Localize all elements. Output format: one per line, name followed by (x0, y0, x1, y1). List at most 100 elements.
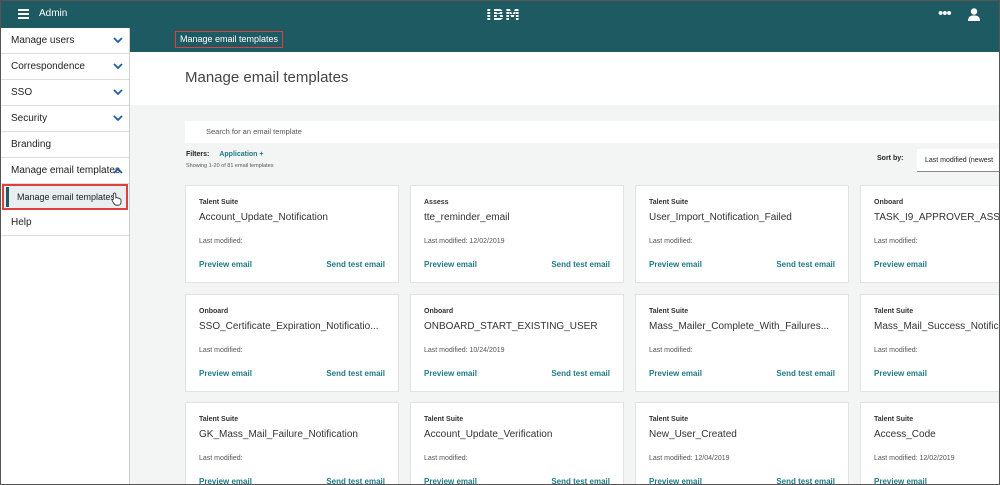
sidebar-item-security[interactable]: Security (1, 106, 129, 132)
preview-email-link[interactable]: Preview email (424, 477, 477, 484)
last-modified: Last modified: 12/02/2019 (424, 238, 505, 245)
template-name: tte_reminder_email (424, 212, 510, 223)
template-card[interactable]: Talent Suite Account_Update_Notification L… (185, 185, 399, 283)
preview-email-link[interactable]: Preview email (199, 260, 252, 269)
preview-email-link[interactable]: Preview email (874, 369, 927, 378)
send-test-email-link[interactable]: Send test email (551, 477, 610, 484)
template-card[interactable]: Talent Suite GK_Mass_Mail_Failure_Notific… (185, 402, 399, 484)
chevron-down-icon (113, 106, 123, 132)
sidebar-item-label: Help (11, 217, 32, 228)
template-card[interactable]: Talent Suite User_Import_Notification_Fai… (635, 185, 849, 283)
template-name: ONBOARD_START_EXISTING_USER (424, 321, 598, 332)
template-name: Mass_Mailer_Complete_With_Failures... (649, 321, 830, 332)
page-title: Manage email templates (185, 69, 349, 86)
template-name: New_User_Created (649, 429, 737, 440)
template-name: Account_Update_Notification (199, 212, 328, 223)
more-icon[interactable]: ••• (938, 6, 952, 21)
preview-email-link[interactable]: Preview email (199, 477, 252, 484)
preview-email-link[interactable]: Preview email (649, 260, 702, 269)
sidebar-item-label: Security (11, 113, 48, 124)
search-input[interactable]: Search for an email template (185, 121, 999, 143)
send-test-email-link[interactable]: Send test email (551, 369, 610, 378)
template-name: Account_Update_Verification (424, 429, 553, 440)
template-category: Onboard (424, 308, 454, 315)
main-content: Search for an email template Filters: App… (130, 105, 1000, 484)
breadcrumb[interactable]: Manage email templates (175, 31, 284, 48)
last-modified: Last modified: (199, 455, 243, 462)
template-card[interactable]: Onboard ONBOARD_START_EXISTING_USER Last m… (410, 294, 624, 392)
template-name: TASK_I9_APPROVER_ASSI (874, 212, 1000, 223)
send-test-email-link[interactable]: Send test email (776, 477, 835, 484)
preview-email-link[interactable]: Preview email (649, 477, 702, 484)
template-card[interactable]: Talent Suite Mass_Mail_Success_Notific Las… (860, 294, 999, 392)
last-modified: Last modified: (199, 238, 243, 245)
preview-email-link[interactable]: Preview email (874, 260, 927, 269)
template-category: Assess (424, 199, 449, 206)
template-card[interactable]: Talent Suite New_User_Created Last modifie… (635, 402, 849, 484)
preview-email-link[interactable]: Preview email (424, 260, 477, 269)
sort-select[interactable]: Last modified (newest (917, 149, 999, 172)
template-card[interactable]: Onboard TASK_I9_APPROVER_ASSI Last modifie… (860, 185, 1000, 283)
sidebar-item-correspondence[interactable]: Correspondence (1, 54, 129, 80)
template-category: Talent Suite (199, 199, 239, 206)
template-card[interactable]: Assess tte_reminder_email Last modified: 1… (410, 185, 624, 283)
send-test-email-link[interactable]: Send test email (776, 369, 835, 378)
application-filter-link[interactable]: Application + (219, 151, 263, 158)
template-category: Talent Suite (649, 199, 689, 206)
pointer-cursor-icon (111, 192, 122, 206)
sidebar-subitem-label: Manage email templates (17, 192, 116, 202)
chevron-down-icon (113, 28, 123, 54)
sidebar-item-label: SSO (11, 87, 33, 98)
template-card[interactable]: Talent Suite Mass_Mailer_Complete_With_Fa… (635, 294, 849, 392)
template-card[interactable]: Talent Suite Access_Code Last modified: 12… (860, 402, 999, 484)
template-category: Onboard (199, 308, 229, 315)
sidebar-item-label: Manage email templates (11, 165, 120, 176)
menu-icon[interactable] (18, 9, 29, 19)
user-icon[interactable] (968, 8, 980, 21)
sidebar-item-label: Branding (11, 139, 52, 150)
template-name: Access_Code (874, 429, 936, 440)
sidebar-item-manage-email-templates[interactable]: Manage email templates (1, 158, 129, 184)
preview-email-link[interactable]: Preview email (199, 369, 252, 378)
chevron-down-icon (113, 54, 123, 80)
preview-email-link[interactable]: Preview email (874, 477, 927, 484)
sidebar-item-sso[interactable]: SSO (1, 80, 129, 106)
send-test-email-link[interactable]: Send test email (776, 260, 835, 269)
template-category: Talent Suite (874, 308, 914, 315)
send-test-email-link[interactable]: Send test email (326, 260, 385, 269)
ibm-logo: IBM (486, 6, 521, 24)
last-modified: Last modified: (649, 238, 693, 245)
send-test-email-link[interactable]: Send test email (326, 369, 385, 378)
top-bar: Admin IBM ••• (1, 1, 999, 28)
sidebar-item-manage-users[interactable]: Manage users (1, 28, 129, 54)
sidebar-item-help[interactable]: Help (1, 210, 129, 236)
app-window: Admin IBM ••• Manage users Correspondenc… (0, 0, 1000, 485)
sidebar-item-label: Correspondence (11, 61, 85, 72)
app-title: Admin (39, 8, 68, 19)
template-name: GK_Mass_Mail_Failure_Notification (199, 429, 358, 440)
template-category: Talent Suite (649, 416, 689, 423)
sidebar-item-branding[interactable]: Branding (1, 132, 129, 158)
breadcrumb-bar: Manage email templates (130, 28, 999, 52)
template-category: Onboard (874, 199, 904, 206)
page-header: Manage email templates (130, 52, 999, 105)
template-name: User_Import_Notification_Failed (649, 212, 792, 223)
template-card[interactable]: Onboard SSO_Certificate_Expiration_Notifi… (185, 294, 399, 392)
last-modified: Last modified: 12/04/2019 (649, 455, 730, 462)
send-test-email-link[interactable]: Send test email (551, 260, 610, 269)
template-category: Talent Suite (874, 416, 914, 423)
last-modified: Last modified: (874, 238, 918, 245)
last-modified: Last modified: (199, 347, 243, 354)
sidebar-subitem-manage-email-templates[interactable]: Manage email templates (2, 184, 128, 210)
last-modified: Last modified: (874, 347, 918, 354)
send-test-email-link[interactable]: Send test email (326, 477, 385, 484)
sidebar: Manage users Correspondence SSO Security… (1, 28, 130, 484)
filters-row: Filters: Application + (186, 151, 264, 158)
sort-label: Sort by: (877, 155, 904, 162)
preview-email-link[interactable]: Preview email (424, 369, 477, 378)
preview-email-link[interactable]: Preview email (649, 369, 702, 378)
chevron-up-icon (113, 158, 123, 184)
last-modified: Last modified: 12/02/2019 (874, 455, 955, 462)
template-card[interactable]: Talent Suite Account_Update_Verification L… (410, 402, 624, 484)
last-modified: Last modified: (649, 347, 693, 354)
